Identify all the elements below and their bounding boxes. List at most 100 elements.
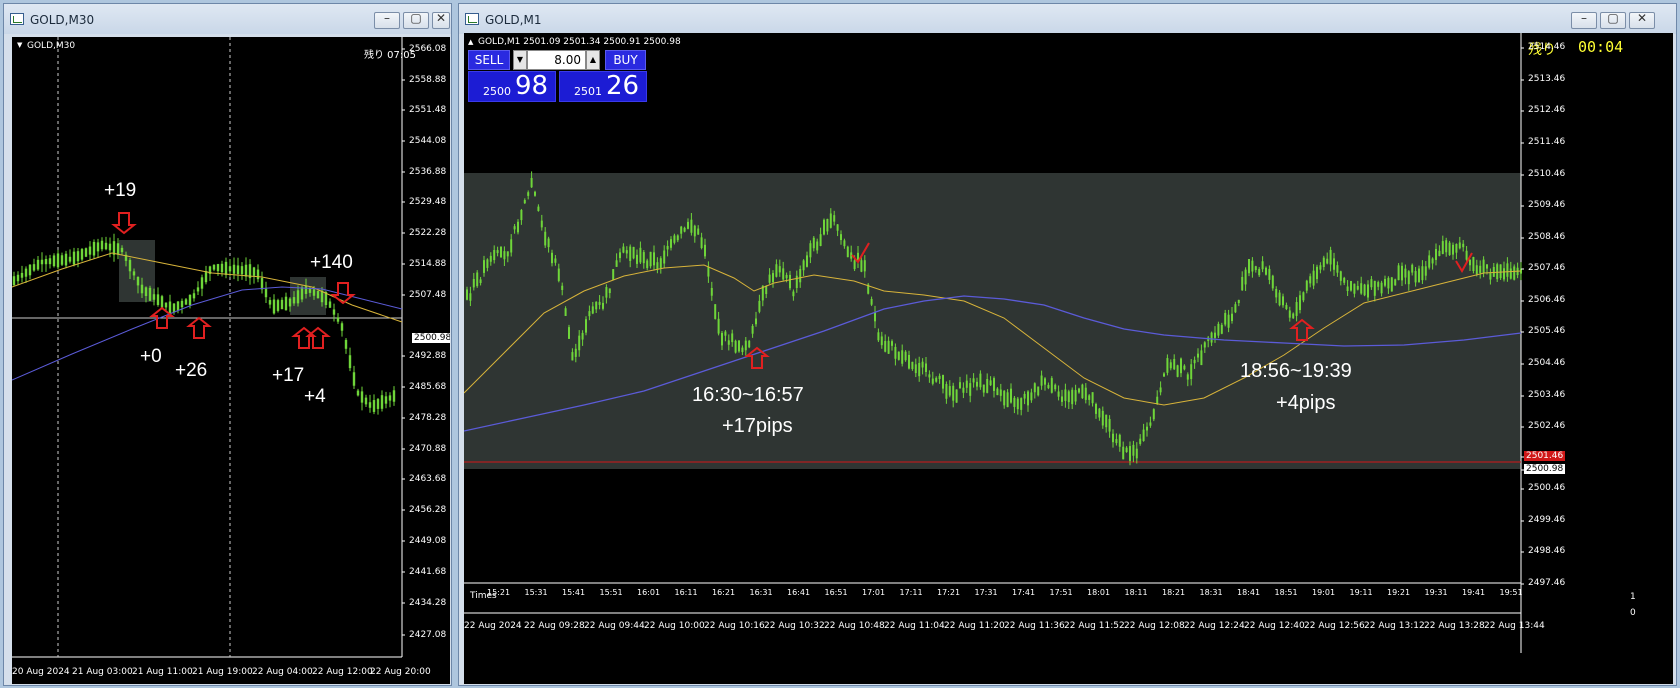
right-candle-body (1033, 383, 1036, 393)
right-candle-body (1159, 387, 1162, 393)
left-price-tick-label: 2434.28 (409, 598, 447, 608)
right-upper-time-label: 15:41 (562, 588, 586, 597)
right-candle-body (1163, 373, 1165, 377)
buy-price-box[interactable]: 2501 26 (559, 71, 647, 102)
left-price-tick-label: 2478.28 (409, 413, 447, 423)
right-candle-body (540, 220, 543, 228)
lot-size-input[interactable] (527, 50, 586, 70)
buy-button[interactable]: BUY (605, 50, 646, 70)
right-chart-triangle-icon: ▲ (468, 38, 474, 46)
right-upper-time-label: 19:31 (1424, 588, 1448, 597)
right-candle-body (918, 362, 921, 377)
right-candle-body (928, 374, 931, 378)
close-button[interactable]: ✕ (432, 11, 450, 29)
right-time-tick-label: 22 Aug 10:16 (704, 621, 765, 631)
right-candle-body (1469, 259, 1471, 266)
left-candle-body (380, 395, 384, 409)
left-candle-body (12, 276, 16, 286)
right-candle-body (1248, 259, 1250, 274)
left-candle-body (184, 299, 188, 305)
left-candle-body (372, 400, 376, 412)
right-candle-body (863, 260, 866, 272)
right-candle-body (707, 266, 710, 277)
right-candle-body (1190, 364, 1193, 380)
right-candle-body (976, 381, 978, 387)
right-candle-body (724, 331, 727, 336)
right-upper-time-label: 18:31 (1199, 588, 1223, 597)
right-candle-body (911, 361, 914, 370)
left-candle-body (288, 298, 292, 307)
left-candle-body (240, 266, 244, 275)
left-chart-window[interactable]: GOLD,M30 – ▢ ✕ GOLD,M30 ▼ 残り 07:05 2566.… (3, 3, 452, 686)
left-candle-body (212, 264, 216, 270)
right-candle-body (1156, 396, 1159, 404)
right-upper-time-label: 19:51 (1499, 588, 1523, 597)
right-price-tick-label: 2507.46 (1528, 263, 1566, 273)
right-upper-time-label: 17:11 (899, 588, 923, 597)
right-price-tick-label: 2505.46 (1528, 326, 1566, 336)
right-candle-body (697, 228, 700, 235)
right-window-titlebar[interactable]: GOLD,M1 – ▢ ✕ (459, 4, 1676, 34)
right-candle-body (897, 351, 900, 360)
right-time-tick-label: 22 Aug 09:28 (524, 621, 585, 631)
sell-price-box[interactable]: 2500 98 (468, 71, 556, 102)
right-remaining-time: 00:04 (1578, 38, 1624, 56)
right-candle-body (1139, 438, 1142, 444)
minimize-button[interactable]: – (374, 11, 400, 29)
right-price-tick-label: 2497.46 (1528, 578, 1566, 588)
right-candle-body (727, 340, 730, 345)
left-candle-body (16, 274, 20, 282)
right-candle-body (1339, 271, 1342, 281)
right-candle-body (1268, 268, 1271, 280)
lot-decrease-button[interactable]: ▼ (513, 50, 527, 70)
right-chart-window[interactable]: GOLD,M1 – ▢ ✕ ▲ GOLD,M1 2501.09 2501.34 … (458, 3, 1677, 686)
right-candle-body (466, 289, 468, 300)
right-candle-body (605, 287, 608, 298)
left-price-chart[interactable]: GOLD,M30 ▼ 残り 07:05 2566.08 2558.88 2551.4… (12, 37, 450, 684)
right-candle-body (1506, 263, 1509, 277)
sub-axis-bottom: 0 (1630, 608, 1636, 618)
right-candle-body (608, 288, 611, 294)
left-candle-body (364, 397, 368, 405)
right-candle-body (1224, 312, 1227, 325)
left-candle-body (312, 289, 316, 296)
right-candle-body (1299, 295, 1301, 311)
right-candle-body (472, 278, 475, 288)
right-candle-body (500, 246, 502, 258)
maximize-button[interactable]: ▢ (403, 11, 429, 29)
right-candle-body (948, 386, 951, 396)
right-candle-body (1350, 281, 1352, 291)
annotation-range-1: 16:30~16:57 (692, 384, 804, 406)
right-candle-body (1254, 266, 1257, 271)
sell-button[interactable]: SELL (468, 50, 510, 70)
right-candle-body (1312, 270, 1315, 286)
right-candle-body (1414, 270, 1417, 283)
maximize-button[interactable]: ▢ (1600, 11, 1626, 29)
right-candle-body (1122, 446, 1125, 460)
right-candle-body (1472, 257, 1475, 272)
close-button[interactable]: ✕ (1629, 11, 1655, 29)
minimize-button[interactable]: – (1571, 11, 1597, 29)
right-candle-body (693, 225, 696, 237)
left-candle-body (256, 269, 260, 280)
right-candle-body (1241, 276, 1244, 291)
right-candle-body (795, 275, 798, 289)
right-candle-body (1265, 267, 1267, 275)
left-candle-body (60, 255, 64, 265)
left-candle-body (144, 287, 148, 297)
right-candle-body (986, 379, 989, 393)
left-candle-body (328, 301, 332, 308)
left-candle-body (228, 266, 232, 272)
left-price-tick-label: 2536.88 (409, 167, 447, 177)
right-candle-body (1166, 358, 1169, 373)
left-candle-body (368, 402, 372, 408)
right-candle-body (989, 380, 992, 386)
right-time-tick-label: 22 Aug 11:04 (884, 621, 945, 631)
right-candle-body (1479, 265, 1482, 274)
right-candle-body (1455, 243, 1458, 253)
right-price-chart[interactable]: ▲ GOLD,M1 2501.09 2501.34 2500.91 2500.9… (464, 33, 1673, 684)
left-window-titlebar[interactable]: GOLD,M30 – ▢ ✕ (4, 4, 451, 34)
right-upper-time-label: 18:51 (1274, 588, 1298, 597)
lot-increase-button[interactable]: ▲ (586, 50, 600, 70)
right-upper-time-label: 17:21 (937, 588, 961, 597)
